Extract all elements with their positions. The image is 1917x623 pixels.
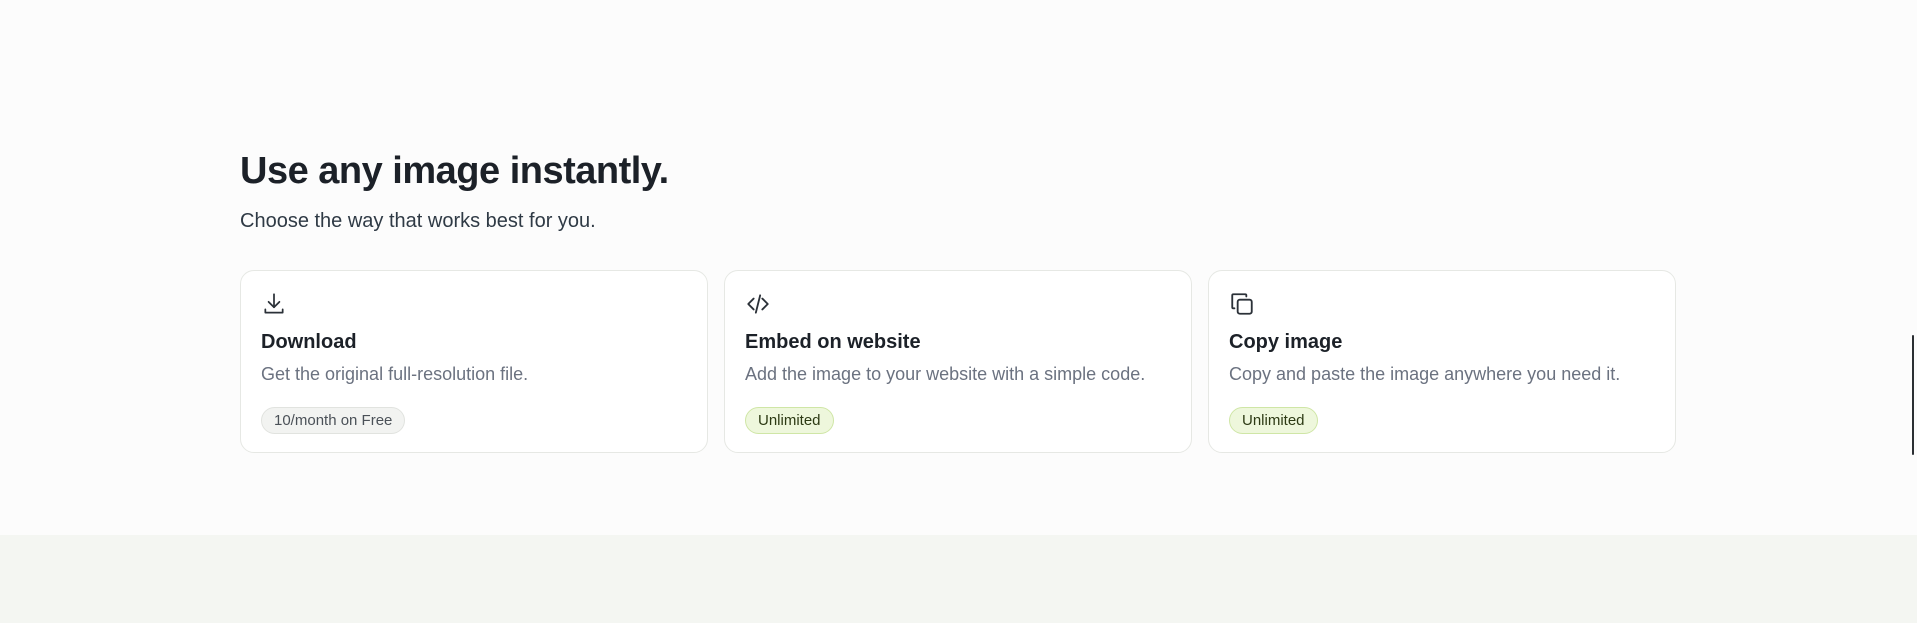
embed-card-title: Embed on website <box>745 331 921 353</box>
copy-card-description: Copy and paste the image anywhere you ne… <box>1229 364 1621 384</box>
code-icon <box>745 291 771 317</box>
copy-icon <box>1229 291 1255 317</box>
download-card-title: Download <box>261 331 357 353</box>
section-heading: Use any image instantly. <box>240 150 669 192</box>
scrollbar-thumb[interactable] <box>1912 335 1914 455</box>
download-limit-badge: 10/month on Free <box>261 407 406 434</box>
download-card-description: Get the original full-resolution file. <box>261 364 529 384</box>
next-section-band <box>0 535 1917 623</box>
embed-limit-badge: Unlimited <box>745 407 834 434</box>
download-icon <box>261 291 287 317</box>
download-card[interactable]: Download Get the original full-resolutio… <box>240 270 708 453</box>
embed-card[interactable]: Embed on website Add the image to your w… <box>724 270 1192 453</box>
section-subheading: Choose the way that works best for you. <box>240 210 596 232</box>
copy-limit-badge: Unlimited <box>1229 407 1318 434</box>
options-cards: Download Get the original full-resolutio… <box>240 270 1676 453</box>
embed-card-description: Add the image to your website with a sim… <box>745 364 1146 384</box>
use-image-section: Use any image instantly. Choose the way … <box>0 0 1917 535</box>
copy-card[interactable]: Copy image Copy and paste the image anyw… <box>1208 270 1676 453</box>
copy-card-title: Copy image <box>1229 331 1343 353</box>
